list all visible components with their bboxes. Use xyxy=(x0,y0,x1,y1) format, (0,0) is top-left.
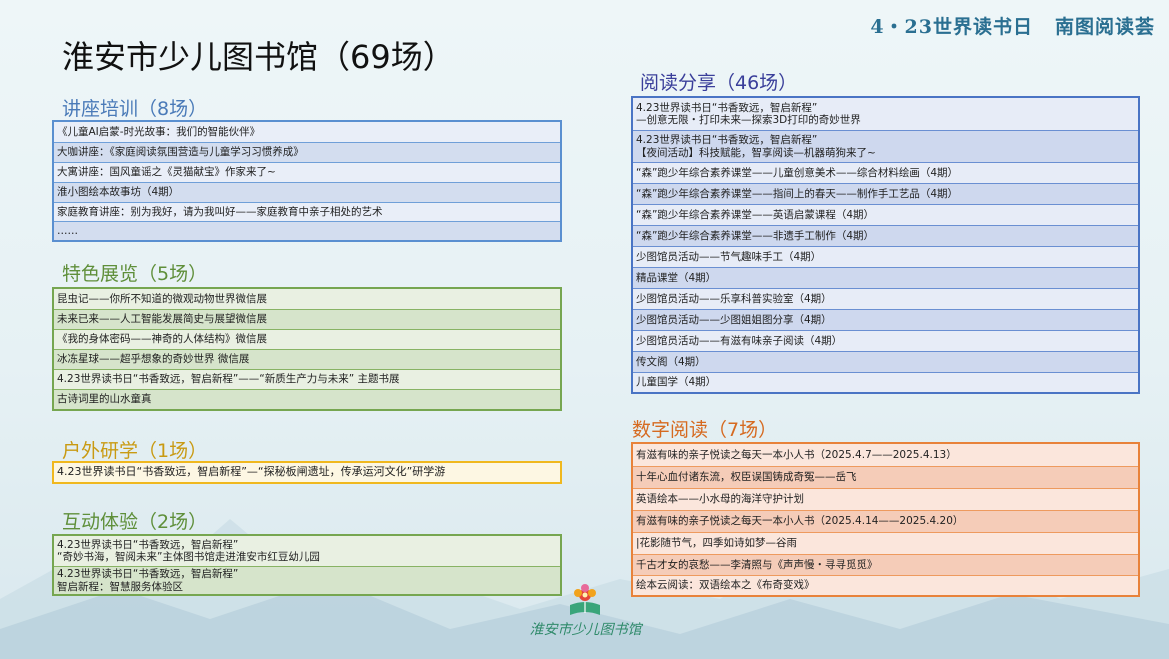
section-title: 特色展览（5场） xyxy=(62,263,208,285)
list-item: 精品课堂（4期） xyxy=(633,267,1138,288)
list-item: …… xyxy=(54,221,560,240)
list-item: 十年心血付诸东流，权臣误国铸成奇冤——岳飞 xyxy=(633,466,1138,488)
list-item: 家庭教育讲座：别为我好，请为我叫好——家庭教育中亲子相处的艺术 xyxy=(54,202,560,221)
list-item: 英语绘本——小水母的海洋守护计划 xyxy=(633,488,1138,510)
list-item: 4.23世界读书日“书香致远，智启新程”—“探秘板闸遗址，传承运河文化”研学游 xyxy=(57,465,446,479)
list-item: 昆虫记——你所不知道的微观动物世界微信展 xyxy=(54,289,560,309)
list-item: 绘本云阅读：双语绘本之《布奇变戏》 xyxy=(633,575,1138,595)
list-item-line: 【夜间活动】科技赋能，智享阅读—机器萌狗来了~ xyxy=(636,146,876,159)
list-item-line: 4.23世界读书日“书香致远，智启新程” xyxy=(636,134,818,147)
list-item: 4.23世界读书日“书香致远，智启新程” —创意无限・打印未来—探索3D打印的奇… xyxy=(633,98,1138,130)
list-item: 古诗词里的山水童真 xyxy=(54,389,560,409)
list-item: 4.23世界读书日“书香致远，智启新程”——“新质生产力与未来” 主题书展 xyxy=(54,369,560,389)
interact-list: 4.23世界读书日“书香致远，智启新程” “奇妙书海，智阅未来”主体图书馆走进淮… xyxy=(52,534,562,596)
list-item-line: “奇妙书海，智阅未来”主体图书馆走进淮安市红豆幼儿园 xyxy=(57,551,320,563)
list-item: 有滋有味的亲子悦读之每天一本小人书（2025.4.7——2025.4.13） xyxy=(633,444,1138,466)
list-item: 大咖讲座：《家庭阅读氛围营造与儿童学习习惯养成》 xyxy=(54,142,560,162)
digital-list: 有滋有味的亲子悦读之每天一本小人书（2025.4.7——2025.4.13） 十… xyxy=(631,442,1140,597)
list-item: |花影随节气，四季如诗如梦—谷雨 xyxy=(633,532,1138,554)
list-item: “森”跑少年综合素养课堂——非遗手工制作（4期） xyxy=(633,225,1138,246)
section-title: 讲座培训（8场） xyxy=(62,98,208,120)
library-logo: 淮安市少儿图书馆 xyxy=(528,583,643,639)
lecture-list: 《儿童AI启蒙-时光故事：我们的智能伙伴》 大咖讲座：《家庭阅读氛围营造与儿童学… xyxy=(52,120,562,242)
list-item: 《儿童AI启蒙-时光故事：我们的智能伙伴》 xyxy=(54,122,560,142)
section-title: 互动体验（2场） xyxy=(62,511,208,533)
list-item: 千古才女的哀愁——李清照与《声声慢・寻寻觅觅》 xyxy=(633,554,1138,575)
section-title: 户外研学（1场） xyxy=(62,440,208,462)
list-item: 淮小图绘本故事坊（4期） xyxy=(54,182,560,202)
outdoor-list: 4.23世界读书日“书香致远，智启新程”—“探秘板闸遗址，传承运河文化”研学游 xyxy=(52,461,562,484)
section-title: 数字阅读（7场） xyxy=(632,419,778,441)
list-item: “森”跑少年综合素养课堂——指间上的春天——制作手工艺品（4期） xyxy=(633,183,1138,204)
list-item: 大寓讲座：国风童谣之《灵猫献宝》作家来了~ xyxy=(54,162,560,182)
page-title: 淮安市少儿图书馆（69场） xyxy=(62,38,455,76)
book-flower-icon xyxy=(570,584,600,615)
exhibit-list: 昆虫记——你所不知道的微观动物世界微信展 未来已来——人工智能发展简史与展望微信… xyxy=(52,287,562,411)
banner-left: 4・23世界读书日 xyxy=(870,16,1033,38)
list-item: “森”跑少年综合素养课堂——儿童创意美术——综合材料绘画（4期） xyxy=(633,162,1138,183)
list-item-line: 4.23世界读书日“书香致远，智启新程” xyxy=(636,101,818,114)
list-item: 儿童国学（4期） xyxy=(633,372,1138,392)
list-item: 少图馆员活动——有滋有味亲子阅读（4期） xyxy=(633,330,1138,351)
list-item: 冰冻星球——超乎想象的奇妙世界 微信展 xyxy=(54,349,560,369)
list-item-line: 智启新程：智慧服务体验区 xyxy=(57,580,183,593)
list-item: 传文阁（4期） xyxy=(633,351,1138,372)
list-item-line: —创意无限・打印未来—探索3D打印的奇妙世界 xyxy=(636,114,861,126)
list-item: 4.23世界读书日“书香致远，智启新程” 智启新程：智慧服务体验区 xyxy=(54,566,560,594)
list-item: “森”跑少年综合素养课堂——英语启蒙课程（4期） xyxy=(633,204,1138,225)
share-list: 4.23世界读书日“书香致远，智启新程” —创意无限・打印未来—探索3D打印的奇… xyxy=(631,96,1140,394)
list-item: 4.23世界读书日“书香致远，智启新程” 【夜间活动】科技赋能，智享阅读—机器萌… xyxy=(633,130,1138,162)
event-banner: 4・23世界读书日 南图阅读荟 xyxy=(870,12,1155,39)
list-item: 少图馆员活动——节气趣味手工（4期） xyxy=(633,246,1138,267)
list-item: 少图馆员活动——乐享科普实验室（4期） xyxy=(633,288,1138,309)
section-title: 阅读分享（46场） xyxy=(640,72,798,94)
list-item: 少图馆员活动——少图姐姐图分享（4期） xyxy=(633,309,1138,330)
list-item-line: 4.23世界读书日“书香致远，智启新程” xyxy=(57,568,239,581)
list-item: 未来已来——人工智能发展简史与展望微信展 xyxy=(54,309,560,329)
list-item: 4.23世界读书日“书香致远，智启新程” “奇妙书海，智阅未来”主体图书馆走进淮… xyxy=(54,536,560,566)
list-item: 《我的身体密码——神奇的人体结构》微信展 xyxy=(54,329,560,349)
logo-text: 淮安市少儿图书馆 xyxy=(529,622,642,638)
list-item-line: 4.23世界读书日“书香致远，智启新程” xyxy=(57,538,239,551)
list-item: 有滋有味的亲子悦读之每天一本小人书（2025.4.14——2025.4.20） xyxy=(633,510,1138,532)
banner-right: 南图阅读荟 xyxy=(1054,16,1155,38)
